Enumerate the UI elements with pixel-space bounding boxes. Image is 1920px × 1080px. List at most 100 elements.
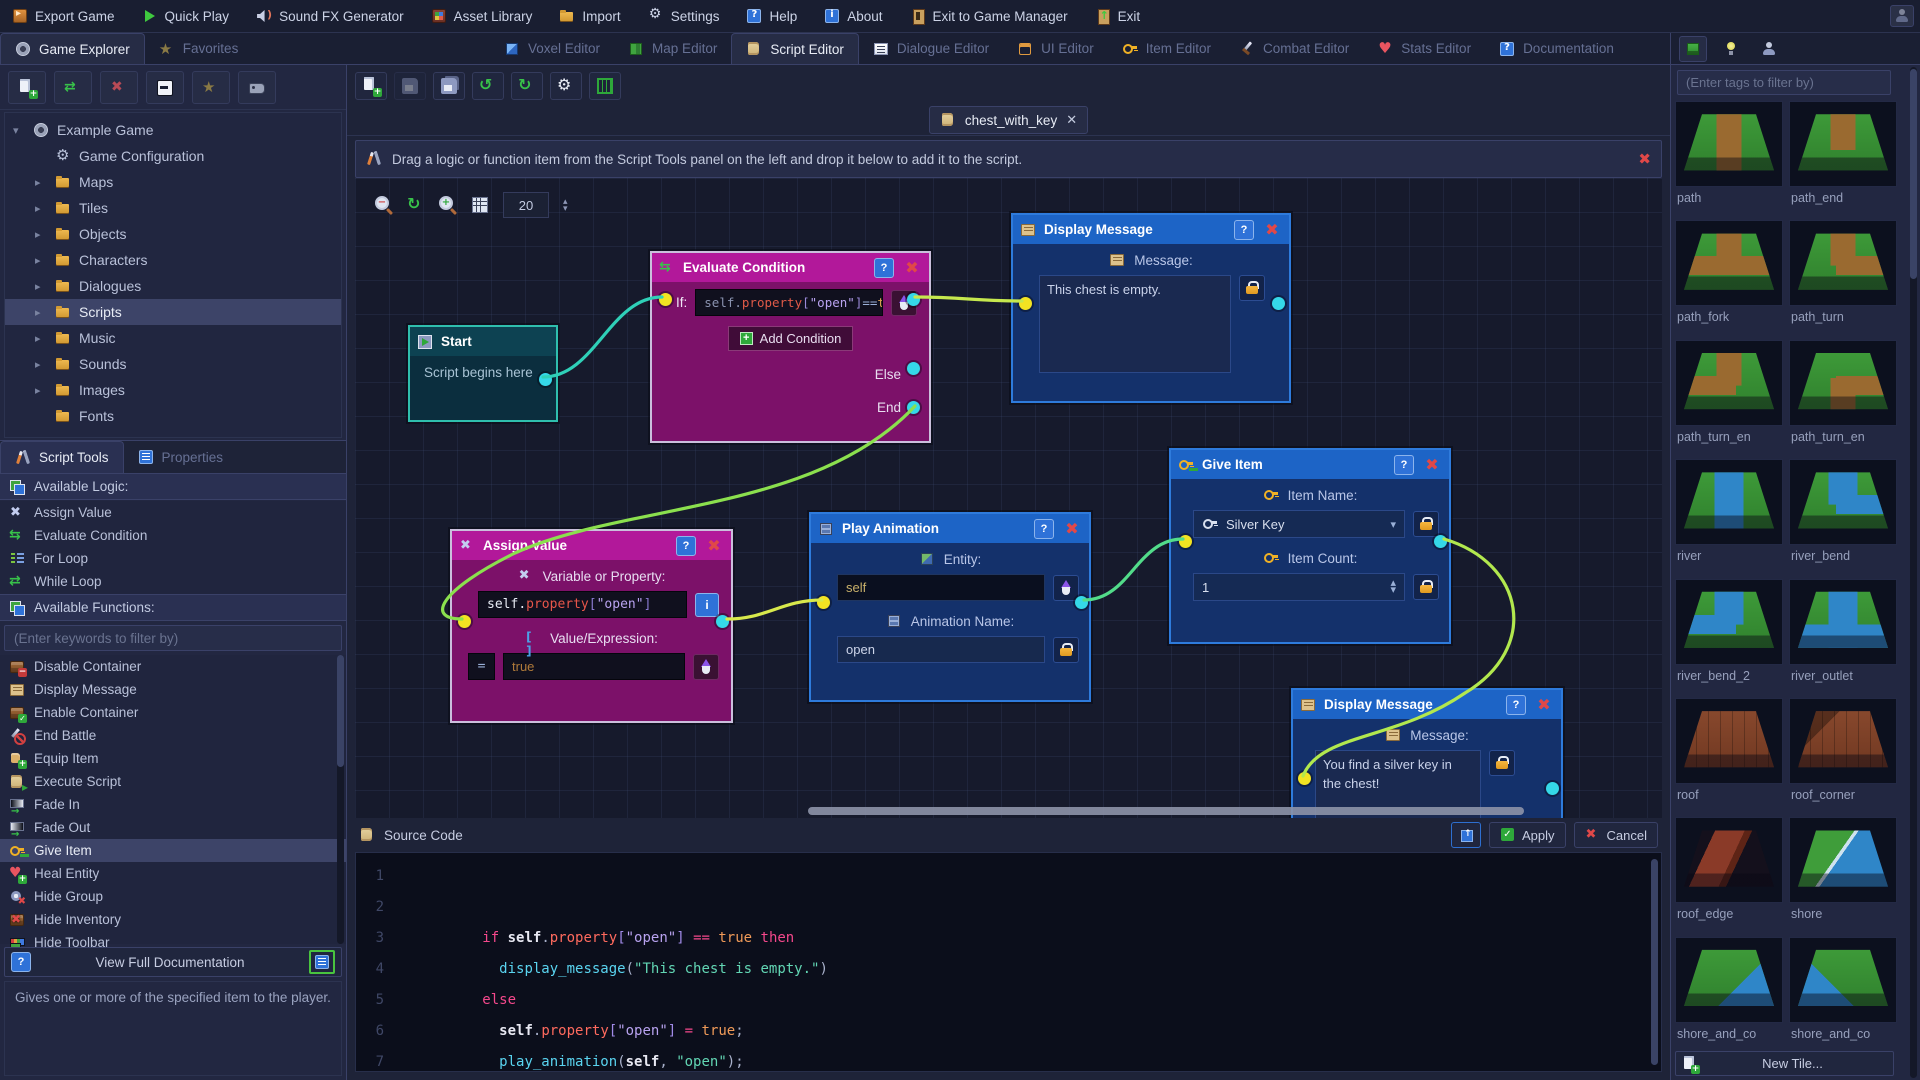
grid-size-stepper[interactable]: ▴ ▾ (563, 197, 568, 213)
input-port[interactable] (1298, 772, 1311, 785)
tree-chevron-icon[interactable] (35, 384, 47, 397)
node-close-button[interactable]: ✖ (1534, 695, 1554, 715)
lock-button[interactable] (1489, 750, 1515, 776)
tree-chevron-icon[interactable] (35, 176, 47, 189)
operator-box[interactable]: = (468, 653, 495, 680)
input-port[interactable] (1019, 297, 1032, 310)
tree-item[interactable]: Music (5, 325, 341, 351)
menu-item[interactable]: Exit (1095, 8, 1140, 25)
tree-item[interactable]: Characters (5, 247, 341, 273)
tile-item[interactable]: path_end (1789, 101, 1897, 212)
variable-input[interactable]: self. property["open"] (478, 591, 687, 618)
logic-list-item[interactable]: For Loop (0, 547, 346, 570)
tree-item[interactable]: Objects (5, 221, 341, 247)
tile-item[interactable]: path_turn (1789, 220, 1897, 331)
node-help-button[interactable]: ? (1234, 219, 1254, 240)
menu-item[interactable]: About (824, 8, 883, 24)
tree-item[interactable]: Dialogues (5, 273, 341, 299)
input-port[interactable] (458, 615, 471, 628)
script-toolbar-button[interactable] (589, 72, 621, 100)
tree-item[interactable]: Fonts (5, 403, 341, 429)
input-port[interactable] (1179, 535, 1192, 548)
menu-item[interactable]: Settings (648, 6, 720, 24)
menu-item[interactable]: Quick Play (142, 8, 229, 24)
script-canvas[interactable]: 20 ▴▾ Start Script begins here Evaluate … (355, 178, 1662, 818)
lock-button[interactable] (1239, 275, 1265, 301)
editor-tab[interactable]: Documentation (1485, 33, 1628, 64)
editor-tab[interactable]: Script Editor (731, 33, 859, 64)
lock-button[interactable] (1053, 636, 1079, 663)
tile-item[interactable]: river (1675, 459, 1783, 570)
left-panel-tab[interactable]: Game Explorer (0, 33, 145, 64)
code-scrollbar[interactable] (1651, 859, 1658, 1065)
editor-tab[interactable]: UI Editor (1003, 33, 1108, 64)
tile-item[interactable]: shore (1789, 817, 1897, 928)
doc-settings-button[interactable] (309, 950, 335, 974)
editor-tab[interactable]: Voxel Editor (490, 33, 614, 64)
tile-item[interactable]: path_fork (1675, 220, 1783, 331)
condition-input[interactable]: self.property["open"] == t (695, 289, 883, 316)
tree-chevron-icon[interactable] (35, 202, 47, 215)
tiles-scrollbar[interactable] (1910, 67, 1917, 1078)
node-evaluate-condition[interactable]: Evaluate Condition ? ✖ If: self.property… (650, 251, 931, 443)
function-list-item[interactable]: Enable Container (0, 701, 346, 724)
tree-item[interactable]: Images (5, 377, 341, 403)
tree-chevron-icon[interactable] (35, 358, 47, 371)
logic-list-item[interactable]: Assign Value (0, 501, 346, 524)
tile-item[interactable]: river_outlet (1789, 578, 1897, 690)
tile-item[interactable]: roof_corner (1789, 697, 1897, 809)
script-tab[interactable]: chest_with_key ✕ (928, 106, 1089, 134)
tree-item[interactable]: Maps (5, 169, 341, 195)
cancel-button[interactable]: Cancel (1573, 822, 1658, 848)
function-list-item[interactable]: Give Item (0, 839, 346, 862)
entity-input[interactable]: self (837, 574, 1045, 601)
function-list-item[interactable]: Fade In (0, 793, 346, 817)
tile-item[interactable]: path_turn_en (1675, 339, 1783, 451)
function-list-item[interactable]: End Battle (0, 724, 346, 747)
right-panel-tab[interactable] (1755, 36, 1783, 62)
node-give-item[interactable]: Give Item ? ✖ Item Name: Silver Key ▾ It… (1169, 448, 1451, 644)
lock-button[interactable] (1413, 511, 1439, 537)
explorer-toolbar-button[interactable] (54, 71, 92, 104)
tree-chevron-icon[interactable] (35, 280, 47, 293)
right-panel-tab[interactable] (1679, 35, 1707, 62)
node-display-message-1[interactable]: Display Message ? ✖ Message: This chest … (1011, 213, 1291, 403)
reset-view-icon[interactable] (407, 194, 425, 214)
menu-item[interactable]: Help (746, 8, 797, 24)
end-port[interactable] (907, 401, 920, 414)
animation-input[interactable]: open (837, 636, 1045, 663)
output-port[interactable] (716, 615, 729, 628)
tree-item[interactable]: Tiles (5, 195, 341, 221)
node-close-button[interactable]: ✖ (1422, 455, 1442, 475)
menu-item[interactable]: Export Game (12, 8, 115, 24)
output-port[interactable] (1434, 535, 1447, 548)
node-help-button[interactable]: ? (1034, 518, 1054, 539)
tree-item[interactable]: Scripts (5, 299, 341, 325)
apply-button[interactable]: Apply (1489, 822, 1566, 848)
explorer-toolbar-button[interactable] (100, 71, 138, 104)
tools-tab[interactable]: Script Tools (0, 441, 124, 473)
script-toolbar-button[interactable] (472, 72, 504, 100)
info-button[interactable]: i (695, 592, 719, 617)
node-start[interactable]: Start Script begins here (408, 325, 558, 422)
tree-item[interactable]: Game Configuration (5, 143, 341, 169)
function-list-item[interactable]: Display Message (0, 678, 346, 701)
logic-list-item[interactable]: Evaluate Condition (0, 524, 346, 547)
tile-item[interactable]: shore_and_co (1789, 936, 1897, 1048)
zoom-in-icon[interactable] (439, 196, 457, 214)
input-port[interactable] (659, 293, 672, 306)
expression-wizard-button[interactable] (693, 653, 719, 680)
function-list-item[interactable]: Heal Entity (0, 862, 346, 885)
script-toolbar-button[interactable] (511, 72, 543, 100)
tile-item[interactable]: river_bend_2 (1675, 578, 1783, 690)
tree-chevron-icon[interactable] (35, 306, 47, 319)
editor-tab[interactable]: Item Editor (1108, 33, 1225, 64)
explorer-toolbar-button[interactable] (192, 71, 230, 104)
close-tab-icon[interactable]: ✕ (1066, 112, 1077, 128)
expression-wizard-button[interactable] (1053, 574, 1079, 601)
tile-item[interactable]: river_bend (1789, 459, 1897, 570)
input-port[interactable] (817, 596, 830, 609)
menu-item[interactable]: Sound FX Generator (256, 8, 404, 24)
node-assign-value[interactable]: Assign Value ? ✖ Variable or Property: s… (450, 529, 733, 723)
node-help-button[interactable]: ? (874, 257, 894, 278)
